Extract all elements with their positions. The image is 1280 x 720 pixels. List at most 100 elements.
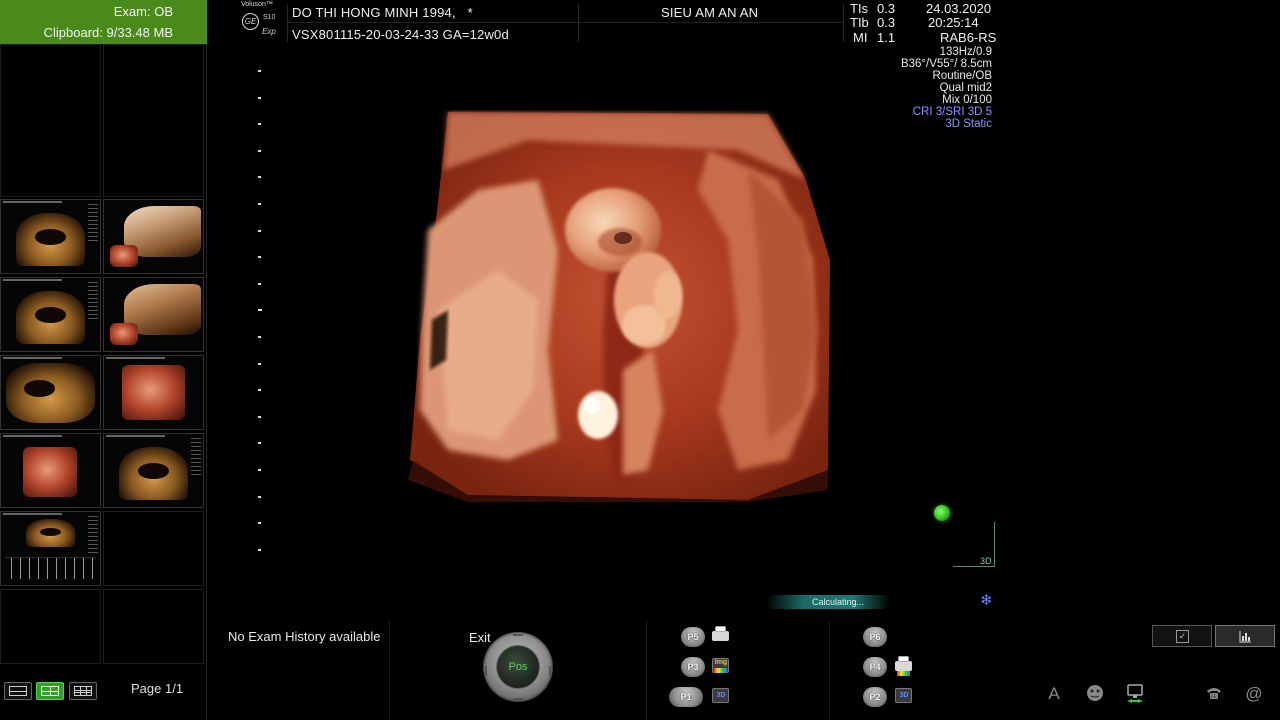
save-3d-volume-icon: 3D	[710, 686, 732, 706]
empty-thumbnail-slot	[0, 44, 101, 197]
depth-tick	[258, 256, 261, 259]
param-mode: 3D Static	[945, 118, 992, 130]
p6-button[interactable]: P6	[863, 627, 887, 647]
model-name: S10	[263, 14, 276, 21]
clipboard-thumbnail[interactable]	[103, 199, 204, 274]
3d-label: 3D	[716, 692, 726, 699]
tis-value: 0.3	[877, 1, 896, 16]
checklist-button[interactable]: ✓	[1152, 625, 1212, 647]
empty-thumbnail-slot	[103, 511, 204, 586]
clipboard-thumbnail[interactable]	[0, 511, 101, 586]
img-label: Img	[714, 659, 728, 666]
status-indicator-icon	[934, 505, 950, 521]
header-divider	[578, 4, 579, 42]
header-divider	[287, 4, 288, 42]
layout-grid-icon[interactable]	[69, 682, 97, 700]
clipboard-thumbnail[interactable]	[103, 355, 204, 430]
svg-text:GE: GE	[1211, 694, 1217, 699]
panel-divider	[389, 620, 390, 720]
service-phone-icon[interactable]: GE	[1203, 683, 1225, 705]
patient-flag: *	[467, 5, 473, 20]
exit-button[interactable]: Exit	[469, 630, 491, 645]
exam-header: Exam: OB Clipboard: 9/33.48 MB	[0, 0, 207, 44]
p3-button[interactable]: P3	[681, 657, 705, 677]
3d-render-image[interactable]	[408, 110, 832, 502]
depth-tick	[258, 389, 261, 392]
tib-value: 0.3	[877, 15, 896, 30]
freeze-snowflake-icon[interactable]: ❄	[980, 591, 993, 609]
param-frame-rate: 133Hz/0.9	[939, 46, 992, 58]
pos-trackball-knob[interactable]: Pos	[483, 632, 553, 702]
3d-label: 3D	[899, 692, 909, 699]
param-angle-depth: B36°/V55°/ 8.5cm	[900, 58, 992, 70]
depth-tick	[258, 149, 261, 152]
clipboard-thumbnails	[0, 44, 207, 664]
p4-button[interactable]: P4	[863, 657, 887, 677]
print-icon	[710, 626, 732, 646]
checkbox-icon: ✓	[1176, 630, 1189, 643]
tib-label: TIb	[850, 15, 869, 30]
depth-tick	[258, 309, 262, 312]
probe-name: RAB6-RS	[940, 30, 997, 45]
empty-thumbnail-slot	[103, 589, 204, 664]
panel-divider	[829, 620, 830, 720]
email-at-icon[interactable]: @	[1243, 683, 1265, 705]
param-preset: Routine/OB	[932, 70, 992, 82]
depth-tick	[258, 415, 261, 418]
depth-tick	[258, 442, 261, 445]
depth-tick	[258, 336, 261, 338]
param-quality: Qual mid2	[939, 82, 992, 94]
p2-button[interactable]: P2	[863, 687, 887, 707]
store-image-icon: Img	[710, 656, 732, 676]
param-mix: Mix 0/100	[942, 94, 992, 106]
clipboard-thumbnail[interactable]	[0, 433, 101, 508]
depth-tick	[258, 362, 261, 365]
empty-thumbnail-slot	[0, 589, 101, 664]
exam-date: 24.03.2020	[926, 1, 992, 16]
text-annotation-icon[interactable]: A	[1043, 683, 1065, 705]
header-divider	[287, 22, 843, 23]
pos-label: Pos	[496, 645, 540, 689]
voluson-logo: Voluson™ GE S10 Exp	[240, 1, 280, 41]
report-chart-button[interactable]	[1215, 625, 1275, 647]
clipboard-thumbnail[interactable]	[0, 199, 101, 274]
exam-value: OB	[154, 4, 173, 19]
clipboard-info: Clipboard: 9/33.48 MB	[44, 25, 173, 40]
calculating-label: Calculating...	[812, 597, 865, 607]
depth-tick	[258, 229, 261, 232]
depth-tick	[258, 123, 261, 126]
clipboard-thumbnail[interactable]	[103, 277, 204, 352]
header-divider	[843, 4, 844, 42]
patient-name: DO THI HONG MINH 1994, *	[292, 5, 473, 20]
param-cri-sri: CRI 3/SRI 3D 5	[912, 106, 992, 118]
mi-value: 1.1	[877, 30, 896, 45]
depth-tick	[258, 282, 261, 285]
depth-tick	[258, 469, 261, 471]
edition-name: Exp	[262, 27, 276, 36]
save-3d-volume-icon: 3D	[893, 686, 915, 706]
clipboard-thumbnail[interactable]	[0, 355, 101, 430]
color-print-icon	[893, 656, 915, 676]
p1-button[interactable]: P1	[669, 687, 703, 707]
exam-label: Exam:	[113, 4, 151, 19]
layout-single-icon[interactable]	[4, 682, 32, 700]
patient-face-icon[interactable]	[1084, 683, 1106, 705]
tis-label: TIs	[850, 1, 869, 16]
bar-chart-icon	[1239, 630, 1252, 643]
network-connection-icon[interactable]	[1124, 683, 1146, 705]
brand-name: Voluson™	[241, 1, 273, 8]
exam-info: Exam: OB	[114, 4, 173, 19]
layout-quad-icon[interactable]	[36, 682, 64, 700]
exam-time: 20:25:14	[928, 15, 979, 30]
clipboard-thumbnail[interactable]	[103, 433, 204, 508]
p5-button[interactable]: P5	[681, 627, 705, 647]
depth-tick	[258, 203, 261, 205]
left-panel: Exam: OB Clipboard: 9/33.48 MB	[0, 0, 207, 720]
mi-label: MI	[853, 30, 868, 45]
patient-name-text: DO THI HONG MINH 1994,	[292, 5, 456, 20]
depth-tick	[258, 548, 261, 551]
exam-history-status: No Exam History available	[228, 629, 381, 644]
panel-divider	[646, 620, 647, 720]
depth-tick	[258, 522, 261, 525]
clipboard-thumbnail[interactable]	[0, 277, 101, 352]
